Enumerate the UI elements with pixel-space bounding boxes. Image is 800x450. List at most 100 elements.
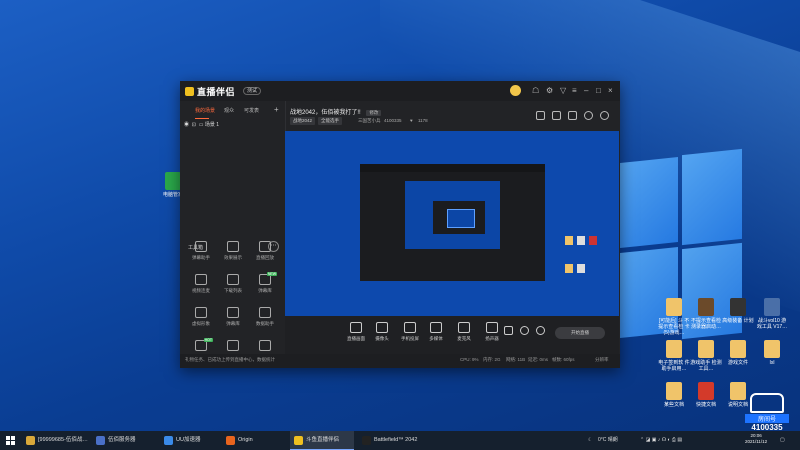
desktop-icon[interactable]: [可能后] 斗 不提示查看检 卡(5)游戏… (658, 298, 690, 336)
settings-icon[interactable] (535, 326, 545, 338)
close-icon[interactable]: × (608, 86, 613, 95)
taskbar-item[interactable]: UU加速器 (160, 431, 218, 450)
tray-icons[interactable]: ⌃ ◪ ▣ ♪ ☊ ◐ ⎙ ▤ (640, 431, 682, 450)
settings-icon[interactable]: ⚙ (546, 86, 553, 95)
video-call-icon (195, 274, 207, 285)
tool-user[interactable]: 效果展示 (217, 241, 249, 261)
download-icon (227, 274, 239, 285)
moon-icon[interactable]: ☾ (588, 431, 592, 450)
tool-label: 弹幕库 (226, 321, 240, 326)
danmaku-icon (195, 241, 207, 252)
user-icon (227, 241, 239, 252)
tool-folder[interactable]: 弹幕库 (217, 307, 249, 327)
sidebar: 我的场景 观众 可发表 + ◉ ⊡ ▭ 场景 1 工具箱 ⋯ 弹幕助手 效果展示直… (180, 101, 286, 357)
file-icon (730, 340, 746, 358)
tool-hot[interactable]: HOT (185, 338, 217, 354)
screen-icon (350, 322, 362, 333)
add-icon[interactable]: + (274, 105, 279, 114)
menu-icon[interactable]: ≡ (572, 86, 577, 95)
message-icon[interactable]: ☖ (532, 86, 539, 95)
gift-icon[interactable] (536, 111, 545, 120)
desktop-icon-label: 游戏文件 (727, 360, 748, 366)
weather-text[interactable]: 0°C 晴朗 (598, 431, 618, 450)
status-bar: 礼物任务、已成功上传到直播中心，数据统计 CPU: 9% 内存: 2G 网络: … (180, 354, 620, 368)
taskbar-item[interactable]: 斗鱼直播伴侣 (290, 431, 354, 450)
desktop-icon[interactable]: 某些文档 (658, 382, 690, 408)
tool-download[interactable] (217, 340, 249, 354)
desktop-icon-label: 某些文档 (663, 402, 684, 408)
tool-replay[interactable]: 直播回放 (249, 241, 281, 261)
live-companion-window[interactable]: 直播伴侣 测试 ☖ ⚙ ▽ ≡ – □ × 我的场景 观众 可发表 + ◉ ⊡ … (180, 81, 620, 368)
version-badge: 测试 (243, 87, 262, 95)
skin-icon[interactable]: ▽ (560, 86, 566, 95)
desktop-icon[interactable]: 游戏文件 (722, 340, 754, 366)
replay-icon (259, 241, 271, 252)
microphone-icon (458, 322, 470, 333)
desktop-icon[interactable]: 不提示查看检 测录器启动… (690, 298, 722, 330)
desktop-icon[interactable]: 电子签到软 件助手启用… (658, 340, 690, 372)
desktop-icons-preview (565, 236, 609, 284)
lock-icon[interactable] (552, 111, 561, 120)
tool-avatar[interactable]: 虚拟形象 (185, 307, 217, 327)
control-phone-cast[interactable]: 手机投屏 (397, 322, 423, 342)
tool-library[interactable]: NEW 弹幕库 (249, 272, 281, 294)
avatar[interactable] (510, 85, 521, 96)
control-media[interactable]: 多媒体 (423, 322, 449, 342)
desktop-icon[interactable]: 游戏助手 检测工具… (690, 340, 722, 372)
logo-icon (185, 87, 194, 96)
scene-item[interactable]: ◉ ⊡ ▭ 场景 1 (184, 121, 219, 128)
room-title-row: 战地2042，伍佰被我打了!! 修改 (290, 107, 382, 116)
tool-share[interactable] (249, 340, 281, 354)
tool-danmaku[interactable]: 弹幕助手 (185, 241, 217, 261)
taskbar: [99999685-伍佰战… 伍佰服务器 UU加速器 Origin 斗鱼直播伴侣 Batt… (0, 431, 800, 450)
bell-icon[interactable] (584, 111, 593, 120)
notification-icon[interactable]: ▢ (780, 431, 785, 450)
taskbar-item[interactable]: [99999685-伍佰战… (22, 431, 88, 450)
download-icon (227, 340, 239, 351)
status-metric: 分辨率 (595, 357, 609, 362)
camera-toggle-icon[interactable] (519, 326, 529, 338)
clock[interactable]: 20:06 2021/11/12 (745, 433, 767, 445)
control-microphone[interactable]: 麦克风 (451, 322, 477, 342)
desktop-icon-label: 电子签到软 件助手启用… (658, 360, 690, 372)
desktop-icon[interactable]: 高级装备 计划 (722, 298, 754, 324)
share-icon[interactable] (600, 111, 609, 120)
desktop-icon-label: 战斗vol10 游戏工具 V17… (756, 318, 788, 330)
active-tab-indicator (195, 118, 209, 119)
control-camera[interactable]: 摄像头 (369, 322, 395, 342)
taskbar-item[interactable]: Origin (222, 431, 284, 450)
desktop-icon[interactable]: 战斗vol10 游戏工具 V17… (756, 298, 788, 330)
scene-icon: ▭ (198, 122, 204, 128)
file-icon (730, 382, 746, 400)
mode-chip[interactable]: 全能选手 (318, 117, 342, 125)
eye-icon[interactable]: ◉ (184, 122, 189, 128)
tab-audience[interactable]: 观众 (224, 107, 234, 114)
upload-icon[interactable] (568, 111, 577, 120)
minimize-icon[interactable]: – (584, 86, 588, 95)
taskbar-item[interactable]: 伍佰服务器 (92, 431, 156, 450)
control-speaker[interactable]: 扬声器 (479, 322, 505, 342)
douyu-logo (750, 393, 784, 413)
tool-data[interactable]: 数据助手 (249, 307, 281, 327)
lock-icon[interactable]: ⊡ (192, 122, 196, 128)
start-live-button[interactable]: 开始直播 (555, 327, 605, 339)
record-icon[interactable] (503, 326, 513, 338)
stream-preview[interactable] (285, 131, 619, 316)
status-metric: 延迟: 0ms (528, 357, 549, 362)
maximize-icon[interactable]: □ (596, 86, 601, 95)
taskbar-item[interactable]: Battlefield™ 2042 (358, 431, 424, 450)
file-icon (698, 382, 714, 400)
start-button[interactable] (6, 436, 15, 445)
file-icon (764, 298, 780, 316)
tool-video-call[interactable]: 视频连麦 (185, 274, 217, 294)
desktop-icon[interactable]: 快捷文档 (690, 382, 722, 408)
edit-title-button[interactable]: 修改 (366, 110, 382, 116)
tool-download[interactable]: 下载列表 (217, 274, 249, 294)
desktop-icon[interactable]: Ixl (756, 340, 788, 366)
tab-publish[interactable]: 可发表 (244, 107, 259, 114)
control-label: 扬声器 (485, 336, 499, 341)
desktop-icon-label: 游戏助手 检测工具… (690, 360, 722, 372)
control-screen[interactable]: 直播画面 (343, 322, 369, 342)
tab-my-scenes[interactable]: 我的场景 (195, 107, 215, 114)
category-chip[interactable]: 战地2042 (290, 117, 316, 125)
